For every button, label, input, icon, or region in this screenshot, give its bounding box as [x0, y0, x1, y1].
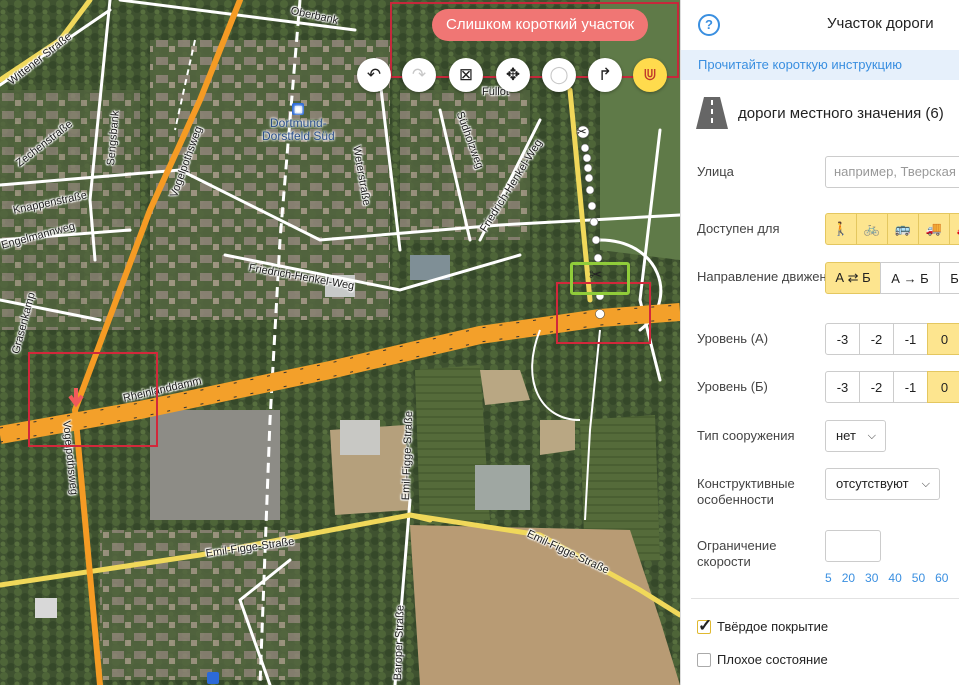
train-station-label: ▣ Dortmund- Dorstfeld Süd [262, 103, 335, 143]
redo-icon: ↷ [411, 65, 427, 84]
magnet-icon: ⋓ [642, 65, 658, 84]
speed-option[interactable]: 30 [865, 571, 878, 585]
move-icon: ✥ [505, 65, 521, 84]
speed-presets: 5 20 30 40 50 60 70 [825, 571, 959, 585]
checkbox-checked-icon [697, 616, 712, 636]
instruction-link[interactable]: Прочитайте короткую инструкцию [681, 50, 959, 80]
access-bus-toggle[interactable]: 🚌 [887, 213, 919, 245]
road-icon [696, 97, 728, 129]
street-input[interactable]: например, Тверская улица [825, 156, 959, 188]
road-type-selector[interactable]: дороги местного значения (6) [696, 97, 944, 129]
level-b-label: Уровень (Б) [697, 379, 768, 394]
checkbox-unchecked-icon [697, 652, 711, 667]
turn-restrictions-button[interactable]: ↱ [588, 58, 622, 92]
speed-option[interactable]: 20 [842, 571, 855, 585]
level-b-option[interactable]: -3 [825, 371, 860, 403]
help-icon[interactable]: ? [698, 14, 720, 36]
scissors-icon[interactable]: ✂ [589, 265, 602, 285]
bicycle-icon: 🚲 [863, 221, 881, 236]
level-b-option[interactable]: -2 [859, 371, 894, 403]
move-button[interactable]: ✥ [496, 58, 530, 92]
street-label: Улица [697, 164, 734, 179]
speed-option[interactable]: 5 [825, 571, 832, 585]
access-bicycle-toggle[interactable]: 🚲 [856, 213, 888, 245]
direction-backward-button[interactable]: Б → А [939, 262, 959, 294]
level-a-option[interactable]: -3 [825, 323, 860, 355]
chevron-down-icon: ⌵ [921, 478, 930, 490]
direction-both-button[interactable]: А ⇄ Б [825, 262, 881, 294]
map-view[interactable]: Wittener Straße Oberbank Zechenstraße Se… [0, 0, 680, 685]
speed-option[interactable]: 50 [912, 571, 925, 585]
level-a-option[interactable]: -2 [859, 323, 894, 355]
features-dropdown[interactable]: отсутствуют ⌵ [825, 468, 940, 500]
bus-icon: 🚌 [894, 221, 912, 236]
level-b-option[interactable]: -1 [893, 371, 928, 403]
access-truck-toggle[interactable]: 🚚 [918, 213, 950, 245]
features-label: Конструктивные особенности [697, 476, 795, 507]
pedestrian-icon: 🚶 [832, 221, 850, 236]
access-pedestrian-toggle[interactable]: 🚶 [825, 213, 857, 245]
turn-restrictions-icon: ↱ [597, 65, 613, 84]
road-segment-panel: ? Участок дороги Прочитайте короткую инс… [680, 0, 959, 685]
level-b-option-selected[interactable]: 0 [927, 371, 959, 403]
level-a-option-selected[interactable]: 0 [927, 323, 959, 355]
road-type-label: дороги местного значения (6) [738, 104, 944, 122]
redo-button[interactable]: ↷ [402, 58, 436, 92]
structure-dropdown[interactable]: нет ⌵ [825, 420, 886, 452]
magnet-button[interactable]: ⋓ [633, 58, 667, 92]
access-car-toggle[interactable]: 🚗 [949, 213, 959, 245]
truck-icon: 🚚 [925, 221, 943, 236]
delete-segment-button[interactable]: ⊠ [449, 58, 483, 92]
undo-icon: ↶ [366, 65, 382, 84]
circle-tool-icon: ◯ [549, 65, 569, 84]
chevron-down-icon: ⌵ [867, 430, 876, 442]
speed-label: Ограничение скорости [697, 538, 777, 569]
delete-segment-icon: ⊠ [458, 65, 474, 84]
train-station-icon: ▣ [292, 103, 305, 115]
highlight-box [28, 352, 158, 447]
direction-forward-button[interactable]: А → Б [880, 262, 940, 294]
structure-label: Тип сооружения [697, 428, 795, 443]
scissors-icon[interactable]: ✂ [576, 124, 587, 140]
speed-option[interactable]: 40 [888, 571, 901, 585]
bad-condition-checkbox[interactable]: Плохое состояние [697, 652, 828, 667]
undo-button[interactable]: ↶ [357, 58, 391, 92]
speed-input[interactable] [825, 530, 881, 562]
level-a-label: Уровень (А) [697, 331, 769, 346]
access-label: Доступен для [697, 221, 780, 236]
hard-surface-checkbox[interactable]: Твёрдое покрытие [697, 616, 828, 636]
divider [691, 598, 959, 599]
panel-header: ? Участок дороги [681, 0, 959, 50]
speed-option[interactable]: 60 [935, 571, 948, 585]
circle-tool-button[interactable]: ◯ [542, 58, 576, 92]
direction-label: Направление движения [697, 269, 841, 284]
warning-message: Слишком короткий участок [432, 9, 649, 41]
level-a-option[interactable]: -1 [893, 323, 928, 355]
panel-title: Участок дороги [827, 15, 934, 32]
